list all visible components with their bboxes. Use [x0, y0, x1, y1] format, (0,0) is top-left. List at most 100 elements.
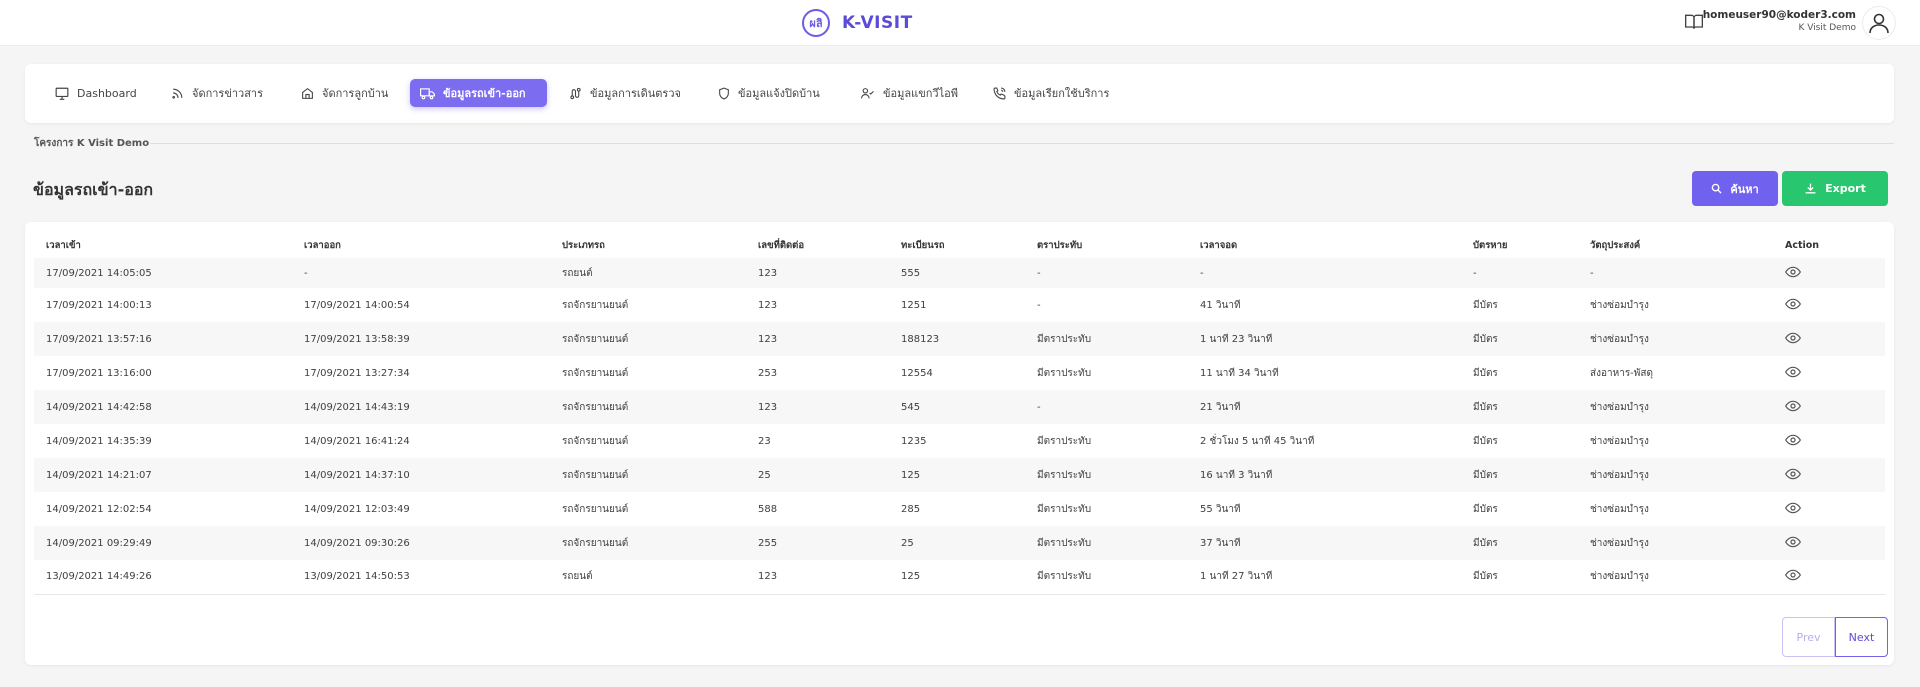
table-cell: 14/09/2021 09:30:26	[304, 537, 410, 549]
nav-news[interactable]: จัดการข่าวสาร	[161, 79, 273, 107]
table-cell: 17/09/2021 13:27:34	[304, 367, 410, 379]
top-bar: ผลิ K-VISIT homeuser90@koder3.com K Visi…	[0, 0, 1920, 46]
col-header[interactable]: เวลาเข้า	[34, 232, 292, 258]
action-cell	[1773, 288, 1885, 322]
table-cell: รถจักรยานยนต์	[562, 401, 629, 413]
download-icon	[1805, 183, 1816, 194]
prev-page-button[interactable]: Prev	[1782, 617, 1835, 657]
table-row: 14/09/2021 09:29:49 14/09/2021 09:30:26 รถ…	[34, 526, 1885, 560]
view-eye-icon[interactable]	[1785, 266, 1801, 278]
view-eye-icon[interactable]	[1785, 298, 1801, 310]
table-cell: 14/09/2021 14:35:39	[46, 435, 152, 447]
avatar[interactable]	[1862, 6, 1896, 40]
table-cell: 13/09/2021 14:50:53	[292, 560, 550, 595]
truck-icon	[420, 87, 435, 99]
brand[interactable]: ผลิ K-VISIT	[802, 8, 913, 38]
col-header[interactable]: ทะเบียนรถ	[889, 232, 1025, 258]
table-row: 14/09/2021 14:42:58 14/09/2021 14:43:19 รถ…	[34, 390, 1885, 424]
table-cell: ช่างซ่อมบำรุง	[1590, 333, 1649, 345]
table-row: 17/09/2021 13:16:00 17/09/2021 13:27:34 รถ…	[34, 356, 1885, 390]
table-cell: 255	[758, 537, 778, 549]
export-button[interactable]: Export	[1782, 171, 1888, 206]
brand-logo: ผลิ	[802, 9, 830, 37]
table-cell: รถจักรยานยนต์	[562, 469, 629, 481]
view-eye-icon[interactable]	[1785, 400, 1801, 412]
nav-dashboard[interactable]: Dashboard	[45, 79, 147, 107]
table-header-row: เวลาเข้า เวลาออก ประเภทรถ เลขที่ติดต่อ ท…	[34, 232, 1885, 258]
col-header[interactable]: ตราประทับ	[1025, 232, 1188, 258]
table-cell: 14/09/2021 12:03:49	[304, 503, 410, 515]
col-header[interactable]: วัตถุประสงค์	[1578, 232, 1773, 258]
table-cell: 17/09/2021 14:00:54	[304, 299, 410, 311]
nav-vip[interactable]: ข้อมูลแขกวีไอพี	[850, 79, 968, 107]
table-cell: รถจักรยานยนต์	[562, 537, 629, 549]
nav-service-calls[interactable]: ข้อมูลเรียกใช้บริการ	[983, 79, 1119, 107]
section-label: โครงการ K Visit Demo	[34, 138, 150, 149]
table-cell: รถจักรยานยนต์	[562, 367, 629, 379]
nav-residents[interactable]: จัดการลูกบ้าน	[291, 79, 398, 107]
table-row: 17/09/2021 14:05:05 - รถยนต์ 123 555 - - - -	[34, 258, 1885, 288]
table-cell: 55 วินาที	[1200, 503, 1241, 515]
table-cell: 1 นาที 27 วินาที	[1188, 560, 1461, 595]
monitor-icon	[55, 87, 69, 100]
user-org: K Visit Demo	[1798, 23, 1856, 33]
table-cell: 41 วินาที	[1200, 299, 1241, 311]
action-cell	[1773, 560, 1885, 595]
table-cell: 123	[758, 299, 778, 311]
view-eye-icon[interactable]	[1785, 332, 1801, 344]
rss-icon	[172, 88, 183, 99]
col-header[interactable]: บัตรหาย	[1461, 232, 1578, 258]
table-cell: รถจักรยานยนต์	[562, 503, 629, 515]
user-info[interactable]: homeuser90@koder3.com K Visit Demo	[1703, 9, 1856, 33]
table-cell: -	[1037, 299, 1041, 311]
col-header[interactable]: เวลาจอด	[1188, 232, 1461, 258]
action-cell	[1773, 258, 1885, 288]
user-icon	[1869, 13, 1889, 34]
user-check-icon	[861, 87, 874, 98]
table-cell: 1 นาที 23 วินาที	[1200, 333, 1273, 345]
table-cell: มีบัตร	[1473, 503, 1498, 515]
view-eye-icon[interactable]	[1785, 468, 1801, 480]
table-cell: มีบัตร	[1473, 401, 1498, 413]
vehicle-log-card: เวลาเข้า เวลาออก ประเภทรถ เลขที่ติดต่อ ท…	[25, 222, 1894, 665]
view-eye-icon[interactable]	[1785, 569, 1801, 581]
action-cell	[1773, 458, 1885, 492]
nav-label: จัดการลูกบ้าน	[322, 87, 389, 100]
book-icon[interactable]	[1684, 13, 1704, 31]
table-cell: 14/09/2021 14:21:07	[46, 469, 152, 481]
brand-name: K-VISIT	[842, 13, 913, 33]
nav-vehicles[interactable]: ข้อมูลรถเข้า-ออก	[410, 79, 547, 107]
col-header[interactable]: เลขที่ติดต่อ	[746, 232, 889, 258]
table-cell: รถจักรยานยนต์	[562, 299, 629, 311]
table-cell: มีตราประทับ	[1037, 469, 1092, 481]
view-eye-icon[interactable]	[1785, 502, 1801, 514]
table-cell: มีตราประทับ	[1037, 503, 1092, 515]
nav-patrol[interactable]: ข้อมูลการเดินตรวจ	[559, 79, 691, 107]
pagination: Prev Next	[1782, 617, 1888, 657]
col-header[interactable]: ประเภทรถ	[550, 232, 746, 258]
table-cell: 1251	[901, 299, 927, 311]
view-eye-icon[interactable]	[1785, 434, 1801, 446]
next-page-button[interactable]: Next	[1835, 617, 1888, 657]
nav-house-close[interactable]: ข้อมูลแจ้งปิดบ้าน	[708, 79, 830, 107]
table-cell: 25	[901, 537, 914, 549]
table-cell: 1235	[901, 435, 927, 447]
nav-label: ข้อมูลการเดินตรวจ	[590, 87, 681, 100]
table-cell: มีตราประทับ	[1037, 333, 1092, 345]
view-eye-icon[interactable]	[1785, 536, 1801, 548]
table-cell: 123	[758, 333, 778, 345]
search-icon	[1712, 183, 1722, 194]
table-cell: 123	[758, 267, 778, 279]
table-cell: 125	[901, 469, 921, 481]
search-button-label: ค้นหา	[1730, 182, 1759, 196]
table-cell: -	[1200, 267, 1204, 279]
view-eye-icon[interactable]	[1785, 366, 1801, 378]
table-cell: 23	[758, 435, 771, 447]
table-cell: 13/09/2021 14:49:26	[34, 560, 292, 595]
nav-label: ข้อมูลเรียกใช้บริการ	[1014, 87, 1110, 100]
search-button[interactable]: ค้นหา	[1692, 171, 1778, 206]
col-header[interactable]: เวลาออก	[292, 232, 550, 258]
table-cell: 14/09/2021 16:41:24	[304, 435, 410, 447]
table-cell: ช่างซ่อมบำรุง	[1590, 299, 1649, 311]
table-cell: มีตราประทับ	[1037, 537, 1092, 549]
